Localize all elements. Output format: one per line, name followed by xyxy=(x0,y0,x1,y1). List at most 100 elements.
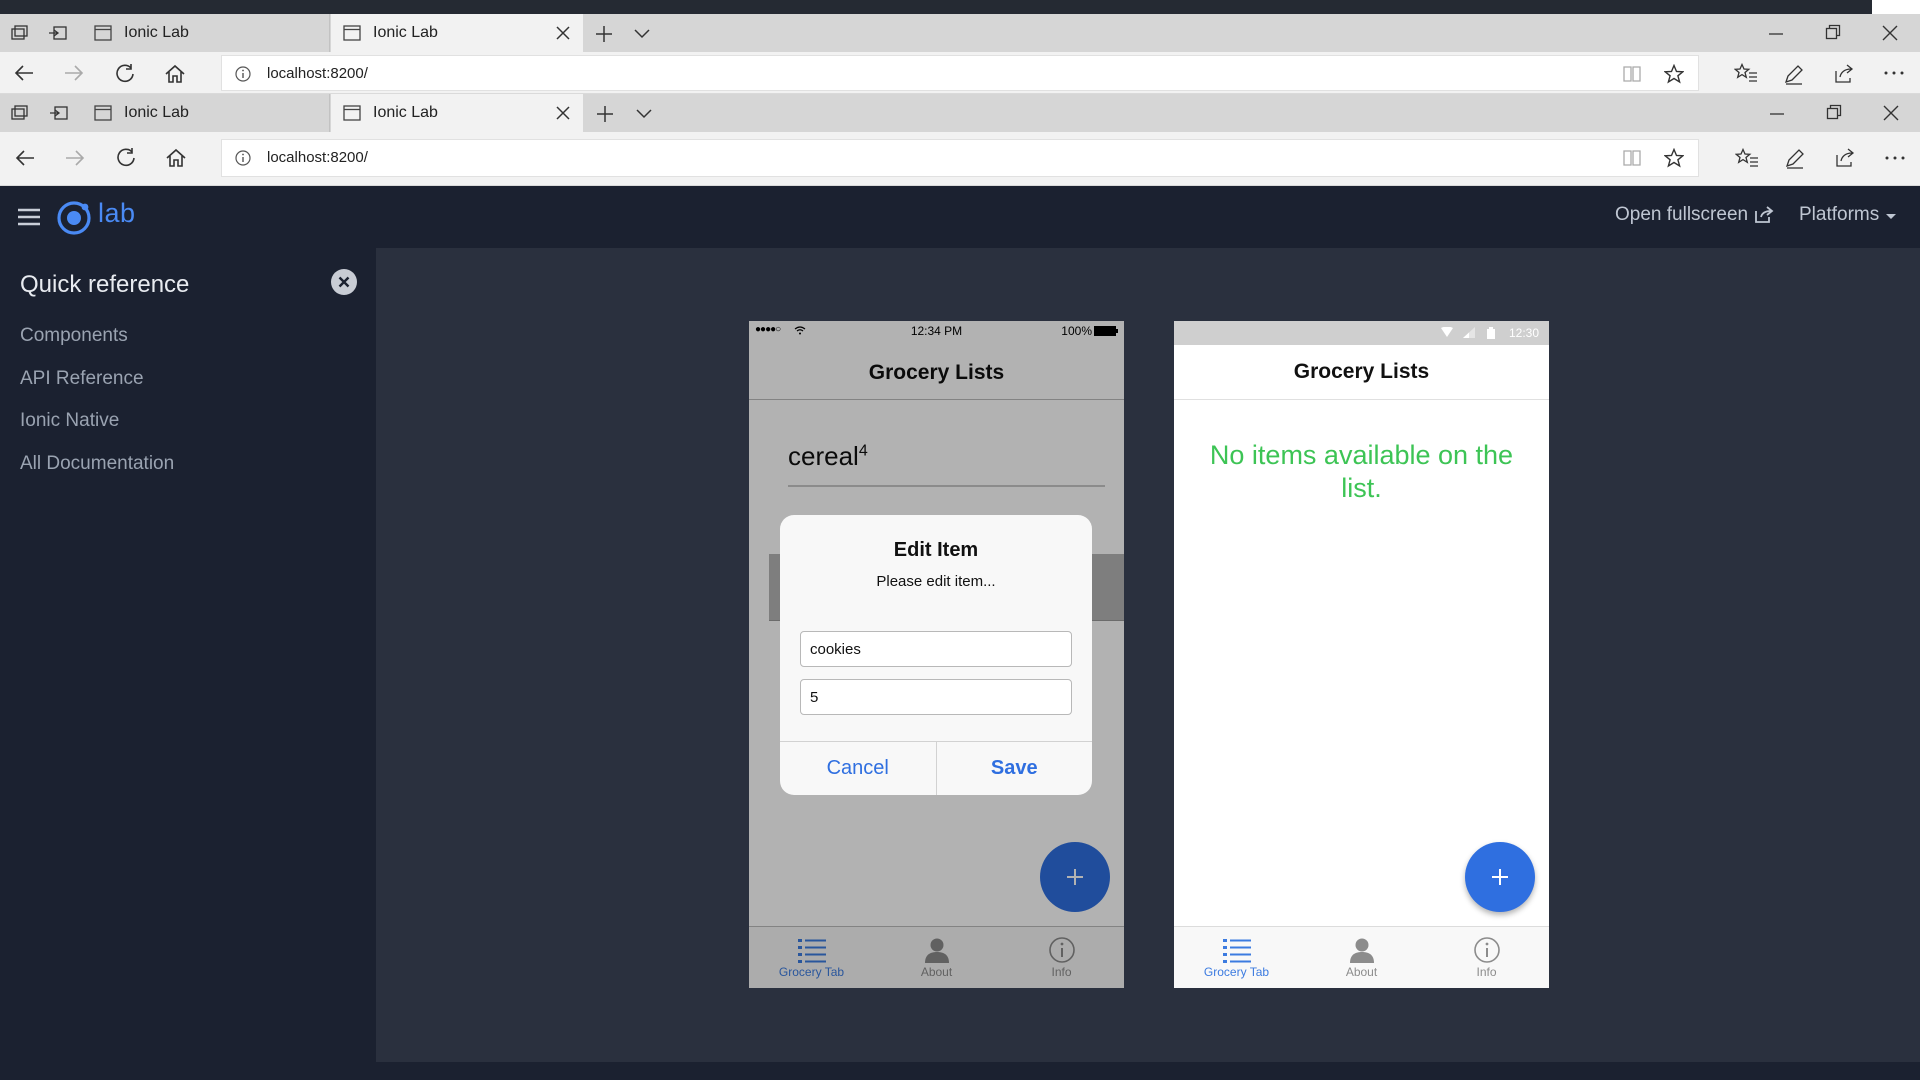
outer-tab-bar: Ionic Lab Ionic Lab xyxy=(0,14,1920,52)
tab-actions-icon[interactable] xyxy=(10,24,30,42)
sidebar-item-api-reference[interactable]: API Reference xyxy=(20,368,144,390)
new-tab-icon[interactable] xyxy=(594,24,614,44)
tab-label: Ionic Lab xyxy=(373,104,438,121)
open-fullscreen-link[interactable]: Open fullscreen xyxy=(1615,204,1774,226)
inner-tab-1[interactable]: Ionic Lab xyxy=(82,94,330,132)
tab-label: Grocery Tab xyxy=(1203,965,1270,979)
inner-tab-2[interactable]: Ionic Lab xyxy=(331,94,583,132)
refresh-icon[interactable] xyxy=(115,147,137,169)
page-icon xyxy=(94,105,112,121)
favorite-star-icon[interactable] xyxy=(1664,64,1684,84)
home-icon[interactable] xyxy=(165,147,187,169)
dialog-message: Please edit item... xyxy=(876,573,996,590)
favorite-star-icon[interactable] xyxy=(1664,148,1684,168)
cancel-button[interactable]: Cancel xyxy=(780,742,936,795)
tab-about[interactable]: About xyxy=(1299,927,1424,988)
web-note-icon[interactable] xyxy=(1783,63,1805,85)
outer-tab-2[interactable]: Ionic Lab xyxy=(331,14,583,52)
platforms-dropdown[interactable]: Platforms xyxy=(1799,204,1897,226)
tab-grocery[interactable]: Grocery Tab xyxy=(1174,927,1299,988)
new-tab-icon[interactable] xyxy=(595,104,615,124)
inner-url-field[interactable]: localhost:8200/ xyxy=(221,139,1699,177)
share-icon[interactable] xyxy=(1833,63,1855,85)
minimize-icon[interactable] xyxy=(1768,32,1784,36)
restore-icon[interactable] xyxy=(1826,104,1842,120)
item-name-input[interactable] xyxy=(800,631,1072,667)
close-icon xyxy=(338,276,350,288)
window-top-corner xyxy=(1872,0,1920,14)
dialog-title: Edit Item xyxy=(893,539,979,561)
close-window-icon[interactable] xyxy=(1881,24,1899,42)
home-icon[interactable] xyxy=(164,63,186,85)
item-quantity-input[interactable] xyxy=(800,679,1072,715)
android-tab-bar: Grocery Tab About Info xyxy=(1174,926,1549,988)
sidebar-item-components[interactable]: Components xyxy=(20,325,128,347)
open-fullscreen-label: Open fullscreen xyxy=(1615,204,1749,225)
cell-signal-icon xyxy=(1463,327,1475,338)
back-icon[interactable] xyxy=(13,63,35,83)
close-tab-icon[interactable] xyxy=(553,23,573,43)
minimize-icon[interactable] xyxy=(1769,112,1785,116)
tab-preview-chevron-icon[interactable] xyxy=(633,28,651,40)
forward-icon[interactable] xyxy=(63,63,85,83)
close-sidebar-button[interactable] xyxy=(331,269,357,295)
tab-actions-icon[interactable] xyxy=(10,104,30,122)
set-aside-tabs-icon[interactable] xyxy=(49,104,69,122)
reading-view-icon[interactable] xyxy=(1622,149,1642,167)
sidebar-item-ionic-native[interactable]: Ionic Native xyxy=(20,410,119,432)
lab-logo-text: lab xyxy=(98,198,136,228)
favorites-hub-icon[interactable] xyxy=(1734,63,1758,83)
more-icon[interactable] xyxy=(1884,155,1906,161)
more-icon[interactable] xyxy=(1883,70,1905,76)
list-icon xyxy=(1222,939,1251,963)
tab-label: Info xyxy=(1476,965,1497,979)
caret-down-icon xyxy=(1886,214,1897,219)
page-icon xyxy=(343,25,361,41)
favorites-hub-icon[interactable] xyxy=(1735,148,1759,168)
quick-reference-title: Quick reference xyxy=(20,271,190,298)
page-title: Grocery Lists xyxy=(1293,360,1430,383)
sidebar-item-all-documentation[interactable]: All Documentation xyxy=(20,453,174,475)
close-window-icon[interactable] xyxy=(1882,104,1900,122)
tab-label: About xyxy=(1345,965,1378,979)
edit-item-dialog: Edit Item Please edit item... Cancel Sav… xyxy=(780,515,1092,795)
set-aside-tabs-icon[interactable] xyxy=(48,24,68,42)
back-icon[interactable] xyxy=(14,148,36,168)
status-time: 12:30 xyxy=(1508,326,1539,340)
preview-area xyxy=(376,248,1920,1062)
page-icon xyxy=(343,105,361,121)
close-tab-icon[interactable] xyxy=(553,103,573,123)
external-link-icon xyxy=(1755,206,1774,223)
site-info-icon[interactable] xyxy=(235,150,251,166)
tab-label: Ionic Lab xyxy=(124,104,189,121)
plus-icon xyxy=(1492,869,1508,885)
tab-label: Ionic Lab xyxy=(124,24,189,41)
bottom-strip xyxy=(0,1062,1920,1080)
tab-preview-chevron-icon[interactable] xyxy=(635,108,653,120)
save-button[interactable]: Save xyxy=(935,742,1093,795)
restore-icon[interactable] xyxy=(1825,24,1841,40)
platforms-label: Platforms xyxy=(1799,204,1880,225)
android-toolbar: Grocery Lists xyxy=(1174,345,1549,400)
dialog-buttons: Cancel Save xyxy=(780,741,1092,795)
outer-address-bar: localhost:8200/ xyxy=(0,52,1920,94)
battery-icon xyxy=(1487,327,1495,339)
refresh-icon[interactable] xyxy=(114,63,136,85)
inner-address-bar: localhost:8200/ xyxy=(0,132,1920,186)
outer-tab-1[interactable]: Ionic Lab xyxy=(82,14,330,52)
menu-icon[interactable] xyxy=(17,207,41,227)
window-top-strip xyxy=(0,0,1920,14)
web-note-icon[interactable] xyxy=(1784,147,1806,169)
outer-url-field[interactable]: localhost:8200/ xyxy=(221,55,1699,91)
ionic-logo-icon xyxy=(57,201,91,235)
tab-info[interactable]: Info xyxy=(1424,927,1549,988)
person-icon xyxy=(1349,938,1374,963)
reading-view-icon[interactable] xyxy=(1622,65,1642,83)
inner-tab-bar: Ionic Lab Ionic Lab xyxy=(0,94,1920,132)
site-info-icon[interactable] xyxy=(235,66,251,82)
forward-icon[interactable] xyxy=(64,148,86,168)
share-icon[interactable] xyxy=(1834,147,1856,169)
ios-phone-preview: ●●●●○ 12:34 PM 100% Grocery Lists cereal… xyxy=(749,321,1124,988)
android-phone-preview: 12:30 Grocery Lists No items available o… xyxy=(1174,321,1549,988)
add-item-fab[interactable] xyxy=(1465,842,1535,912)
